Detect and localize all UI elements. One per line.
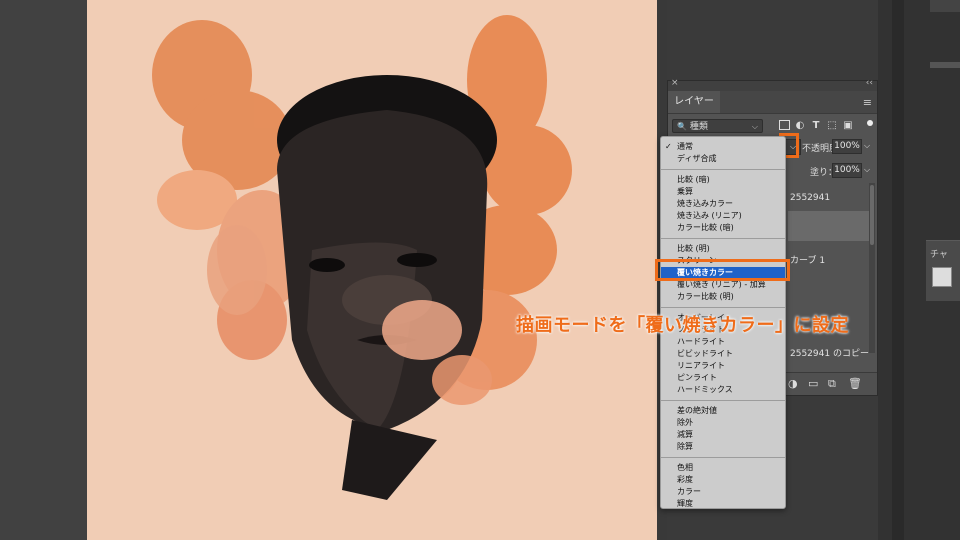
- new-layer-icon[interactable]: ⧉: [828, 377, 836, 391]
- filter-kind-label: 種類: [689, 122, 708, 132]
- blend-mode-item[interactable]: 焼き込みカラー: [661, 198, 785, 210]
- trash-icon[interactable]: 🗑: [848, 377, 862, 390]
- blend-mode-item[interactable]: カラー比較 (明): [661, 291, 785, 303]
- blend-mode-item-label: 通常: [677, 142, 693, 151]
- menu-separator: [661, 400, 785, 401]
- image-filter-icon[interactable]: [778, 120, 790, 132]
- channels-tab-label[interactable]: チャ: [926, 241, 960, 266]
- layer-name-1[interactable]: 2552941: [790, 193, 830, 203]
- portrait-head: [277, 75, 497, 500]
- blend-mode-item[interactable]: 除算: [661, 441, 785, 453]
- blend-mode-item[interactable]: 乗算: [661, 186, 785, 198]
- collapse-icon[interactable]: ‹‹: [866, 78, 873, 88]
- layer-name-3[interactable]: 2552941 のコピー: [790, 346, 869, 359]
- channels-panel-collapsed[interactable]: チャ: [926, 240, 960, 301]
- close-icon[interactable]: ×: [671, 78, 679, 88]
- shape-filter-icon[interactable]: ⬚: [826, 120, 838, 132]
- adjustment-layer-icon[interactable]: ◑: [788, 377, 798, 390]
- filter-toggle-icon[interactable]: [867, 120, 873, 126]
- channel-thumbnail: [932, 267, 952, 287]
- opacity-chevron-icon[interactable]: ⌵: [862, 139, 872, 152]
- smart-object-filter-icon[interactable]: ▣: [842, 120, 854, 132]
- panel-titlebar: × ‹‹: [668, 78, 877, 91]
- menu-separator: [661, 238, 785, 239]
- fill-chevron-icon[interactable]: ⌵: [862, 163, 872, 176]
- layers-scrollbar[interactable]: [869, 183, 875, 353]
- blend-mode-item[interactable]: 彩度: [661, 474, 785, 486]
- instruction-annotation: 描画モードを「覆い焼きカラー」に設定: [516, 315, 849, 336]
- dock-mini-header: [930, 0, 960, 12]
- scrollbar-thumb[interactable]: [870, 185, 874, 245]
- blend-mode-item[interactable]: 色相: [661, 462, 785, 474]
- blend-mode-item[interactable]: 比較 (暗): [661, 174, 785, 186]
- blend-mode-item[interactable]: 比較 (明): [661, 243, 785, 255]
- selected-item-highlight-box: [655, 259, 790, 281]
- fill-input[interactable]: 100%: [832, 163, 862, 178]
- blend-mode-item[interactable]: ✓ 通常: [661, 141, 785, 153]
- panel-tab-row: レイヤー ≡: [668, 91, 877, 114]
- portrait-artwork: [152, 15, 572, 500]
- filter-kind-select[interactable]: 🔍 種類 ⌵: [672, 119, 763, 133]
- group-folder-icon[interactable]: ▭: [808, 377, 818, 390]
- search-icon: 🔍: [677, 122, 687, 131]
- layer-name-2[interactable]: カーブ 1: [790, 253, 825, 266]
- blend-mode-item[interactable]: ディザ合成: [661, 153, 785, 165]
- left-workspace: [0, 0, 87, 540]
- dock-mini-bar: [930, 62, 960, 68]
- panel-menu-icon[interactable]: ≡: [863, 96, 872, 109]
- tab-layers[interactable]: レイヤー: [668, 91, 720, 113]
- dock-strip: [892, 0, 904, 540]
- opacity-input[interactable]: 100%: [832, 139, 862, 154]
- blend-mode-item[interactable]: ビビッドライト: [661, 348, 785, 360]
- blend-mode-item[interactable]: カラー比較 (暗): [661, 222, 785, 234]
- layer-filter-row: 🔍 種類 ⌵ ◐ T ⬚ ▣: [670, 119, 875, 135]
- blend-mode-item[interactable]: 輝度: [661, 498, 785, 510]
- blend-mode-item[interactable]: リニアライト: [661, 360, 785, 372]
- checkmark-icon: ✓: [665, 142, 672, 151]
- menu-separator: [661, 307, 785, 308]
- blend-mode-item[interactable]: ハードミックス: [661, 384, 785, 396]
- blend-mode-item[interactable]: ピンライト: [661, 372, 785, 384]
- right-dock: チャ: [878, 0, 960, 540]
- blend-mode-item[interactable]: ハードライト: [661, 336, 785, 348]
- menu-separator: [661, 169, 785, 170]
- adjustment-filter-icon[interactable]: ◐: [794, 120, 806, 132]
- blend-mode-item[interactable]: 焼き込み (リニア): [661, 210, 785, 222]
- document-canvas[interactable]: [87, 0, 657, 540]
- menu-separator: [661, 457, 785, 458]
- selected-layer-row[interactable]: [788, 211, 870, 241]
- chevron-down-icon: ⌵: [751, 122, 758, 131]
- blend-mode-item[interactable]: 除外: [661, 417, 785, 429]
- blend-mode-item[interactable]: カラー: [661, 486, 785, 498]
- type-filter-icon[interactable]: T: [810, 120, 822, 132]
- blend-mode-item[interactable]: 減算: [661, 429, 785, 441]
- blend-mode-item[interactable]: 差の絶対値: [661, 405, 785, 417]
